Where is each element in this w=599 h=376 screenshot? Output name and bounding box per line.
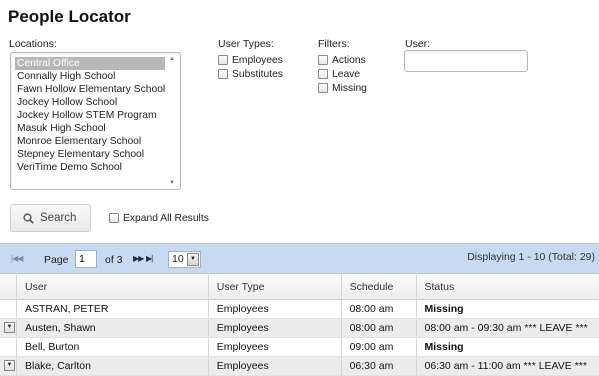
user-types-label: User Types: [218,38,274,50]
expander-cell [0,299,17,319]
schedule-cell: 09:00 am [340,337,416,357]
checkbox[interactable] [218,69,228,80]
expand-row-icon[interactable]: ▼ [4,360,15,372]
expander-cell[interactable]: ▼ [0,356,17,376]
user-type-employees[interactable]: Employees [218,54,283,68]
location-option[interactable]: VeriTime Demo School [15,161,165,174]
user-type-cell: Employees [207,299,342,319]
user-cell: Austen, Shawn [16,318,209,338]
displaying-summary: Displaying 1 - 10 (Total: 29) [467,251,595,263]
user-label: User: [405,38,431,50]
user-type-cell: Employees [207,337,342,357]
chevron-down-icon: ▼ [187,253,199,266]
scroll-up-icon[interactable]: ▲ [169,56,175,62]
checkbox[interactable] [318,69,328,80]
checkbox[interactable] [318,83,328,94]
locations-scrollbar[interactable]: ▲ ▼ [167,54,179,188]
pager-toolbar: |◀◀ Page of 3 ▶▶ ▶| 10 ▼ Displaying 1 - … [0,243,599,274]
last-page-icon[interactable]: ▶| [146,254,153,263]
location-option[interactable]: Stepney Elementary School [15,148,165,161]
user-input[interactable] [404,50,528,72]
filter-missing[interactable]: Missing [318,82,367,96]
table-row[interactable]: ▼ Austen, Shawn Employees 08:00 am 08:00… [0,318,599,338]
expand-all-results[interactable]: Expand All Results [109,212,209,226]
user-cell: ASTRAN, PETER [16,299,209,319]
filters-label: Filters: [318,38,350,50]
page-title: People Locator [8,7,131,26]
page-label: Page [44,254,69,266]
status-cell: 08:00 am - 09:30 am *** LEAVE *** [415,318,599,338]
user-type-cell: Employees [207,318,342,338]
column-header-status[interactable]: Status [415,275,599,300]
location-option[interactable]: Fawn Hollow Elementary School [15,83,165,96]
schedule-cell: 08:00 am [340,299,416,319]
table-row[interactable]: ASTRAN, PETER Employees 08:00 am Missing [0,299,599,319]
status-cell: Missing [415,299,599,319]
page-number-input[interactable] [75,250,97,268]
user-type-substitutes[interactable]: Substitutes [218,68,283,82]
locations-label: Locations: [9,38,57,50]
filter-actions[interactable]: Actions [318,54,367,68]
checkbox[interactable] [218,55,228,66]
location-option[interactable]: Central Office [15,57,165,70]
checkbox[interactable] [318,55,328,66]
first-page-icon[interactable]: |◀◀ [11,254,23,263]
expander-header [0,275,17,300]
page-size-select[interactable]: 10 ▼ [168,251,201,268]
locations-listbox[interactable]: Central Office Connally High School Fawn… [10,52,181,190]
location-option[interactable]: Masuk High School [15,122,165,135]
results-table: User User Type Schedule Status ASTRAN, P… [0,275,599,376]
column-header-user-type[interactable]: User Type [207,275,342,300]
user-cell: Bell, Burton [16,337,209,357]
column-header-schedule[interactable]: Schedule [340,275,416,300]
scroll-down-icon[interactable]: ▼ [169,180,175,186]
expander-cell [0,337,17,357]
user-cell: Blake, Carlton [16,356,209,376]
status-cell: Missing [415,337,599,357]
location-option[interactable]: Jockey Hollow School [15,96,165,109]
expander-cell[interactable]: ▼ [0,318,17,338]
search-button[interactable]: Search [10,204,91,232]
column-header-user[interactable]: User [16,275,209,300]
table-row[interactable]: Bell, Burton Employees 09:00 am Missing [0,337,599,357]
location-option[interactable]: Connally High School [15,70,165,83]
page-count: of 3 [105,254,123,266]
expand-row-icon[interactable]: ▼ [4,322,15,334]
search-icon [23,212,34,224]
location-option[interactable]: Jockey Hollow STEM Program [15,109,165,122]
checkbox[interactable] [109,213,119,224]
schedule-cell: 06:30 am [340,356,416,376]
filter-leave[interactable]: Leave [318,68,367,82]
next-page-icon[interactable]: ▶▶ [133,254,144,263]
table-row[interactable]: ▼ Blake, Carlton Employees 06:30 am 06:3… [0,356,599,376]
user-type-cell: Employees [207,356,342,376]
location-option[interactable]: Monroe Elementary School [15,135,165,148]
schedule-cell: 08:00 am [340,318,416,338]
status-cell: 06:30 am - 11:00 am *** LEAVE *** [415,356,599,376]
